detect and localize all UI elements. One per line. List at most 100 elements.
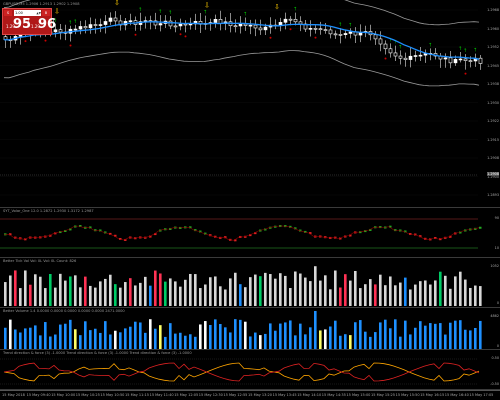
better-volume-bar — [289, 320, 292, 349]
bull-candle — [283, 18, 288, 23]
oscillator-panel[interactable]: SYT_Volar_One 12.0 1.2872 1.2930 1.3172 … — [0, 208, 500, 258]
up-arrow-icon: ↑ — [348, 22, 352, 28]
chart-title: GBPUSD,M5 1.2906 1.2913 1.2902 1.2908 — [3, 2, 80, 6]
one-click-trading-panel: S 1.00 ▲▼ B 1.29 95 1 1.29 96 1 — [2, 8, 56, 35]
price-chart-panel[interactable]: GBPUSD,M5 1.2906 1.2913 1.2902 1.2908 S … — [0, 0, 500, 208]
tick-volume-bar — [284, 275, 287, 306]
sell-button[interactable]: S — [4, 10, 12, 16]
tick-volume-bar — [469, 287, 472, 306]
tick-volume-bar — [324, 275, 327, 306]
bear-candle — [328, 29, 333, 35]
better-volume-panel[interactable]: Better Volume 1.4 0.0000 0.0000 0.0000 0… — [0, 308, 500, 350]
trend-force-canvas[interactable] — [0, 350, 500, 390]
better-volume-bar — [429, 323, 432, 349]
up-arrow-icon: ↑ — [138, 7, 142, 13]
time-axis-label: 15 May 13:45 — [272, 393, 297, 397]
better-volume-bar — [234, 319, 237, 349]
better-volume-bar — [324, 329, 327, 349]
oscillator-canvas[interactable] — [0, 208, 500, 258]
better-volume-min: 0 — [496, 344, 499, 348]
better-volume-bar — [144, 332, 147, 349]
bull-candle — [413, 55, 418, 57]
tick-volume-bar — [79, 287, 82, 306]
tick-volume-bar — [424, 280, 427, 306]
buy-button[interactable]: B — [42, 10, 50, 16]
bear-candle — [448, 57, 453, 64]
better-volume-bar — [404, 320, 407, 349]
better-volume-bar — [179, 332, 182, 349]
bear-candle — [463, 58, 468, 61]
bull-candle — [108, 17, 113, 22]
tick-volume-bar — [144, 276, 147, 306]
time-axis-label: 15 May 11:15 — [125, 393, 150, 397]
tick-volume-bar — [289, 288, 292, 306]
better-volume-bar — [104, 321, 107, 349]
bear-candle — [93, 24, 98, 26]
sell-signal-dot — [69, 44, 72, 47]
lot-size-input[interactable]: 1.00 ▲▼ — [14, 10, 41, 16]
better-volume-bar — [279, 323, 282, 349]
better-volume-bar — [464, 329, 467, 349]
tick-volume-bar — [359, 288, 362, 306]
price-chart-canvas[interactable]: ↑↑↑↑↑↑↑↑↑↑↑↑↑↑↑↑↑↑↑⇩⇩⇩⇩ — [0, 0, 500, 208]
bull-candle — [178, 23, 183, 27]
time-axis-label: 15 May 16:40 — [444, 393, 469, 397]
better-volume-bar — [414, 327, 417, 349]
better-volume-bar — [284, 322, 287, 349]
bear-candle — [388, 48, 393, 54]
tick-volume-bar — [344, 274, 347, 306]
tick-volume-panel[interactable]: Better Tick Vol Vol: 0L Vol: 0L Count: 8… — [0, 258, 500, 308]
tick-volume-bar — [54, 287, 57, 306]
bear-candle — [168, 20, 173, 27]
better-volume-bar — [54, 334, 57, 349]
better-volume-bar — [74, 329, 77, 349]
tick-volume-bar — [114, 284, 117, 306]
lot-stepper-icon[interactable]: ▲▼ — [36, 10, 41, 16]
better-volume-bar — [24, 328, 27, 349]
better-volume-bar — [79, 335, 82, 349]
tick-volume-bar — [394, 285, 397, 306]
tick-volume-canvas[interactable] — [0, 258, 500, 308]
better-volume-bar — [369, 336, 372, 349]
tick-volume-bar — [369, 279, 372, 306]
trend-force-title: Trend direction & force (3) -1.0000 Tren… — [3, 351, 192, 355]
better-volume-canvas[interactable] — [0, 308, 500, 350]
better-volume-bar — [229, 332, 232, 349]
tick-volume-bar — [474, 285, 477, 306]
time-axis-label: 15 May 10:25 — [75, 393, 100, 397]
time-axis-label: 15 May 12:05 — [174, 393, 199, 397]
signal-marker-icon: ⇩ — [54, 8, 60, 16]
tick-volume-bar — [159, 273, 162, 306]
tick-volume-bar — [339, 287, 342, 306]
better-volume-bar — [209, 324, 212, 349]
better-volume-bar — [384, 319, 387, 349]
tick-volume-bar — [399, 282, 402, 306]
better-volume-bar — [269, 323, 272, 349]
tick-volume-bar — [279, 273, 282, 306]
better-volume-bar — [89, 330, 92, 349]
tick-volume-bar — [59, 273, 62, 306]
better-volume-bar — [399, 336, 402, 349]
bull-candle — [443, 57, 448, 60]
tick-volume-bar — [454, 276, 457, 306]
up-arrow-icon: ↑ — [293, 7, 297, 13]
bull-candle — [188, 23, 193, 26]
tick-volume-bar — [174, 281, 177, 306]
tick-volume-bar — [419, 281, 422, 306]
bull-candle — [408, 55, 413, 60]
price-axis-label: 1.2908 — [487, 156, 499, 160]
tick-volume-bar — [329, 289, 332, 306]
bear-candle — [468, 60, 473, 62]
better-volume-bar — [114, 330, 117, 349]
trend-force-panel[interactable]: Trend direction & force (3) -1.0000 Tren… — [0, 350, 500, 390]
better-volume-bar — [239, 319, 242, 349]
time-axis-label: 15 May 14:35 — [321, 393, 346, 397]
up-arrow-icon: ↑ — [428, 42, 432, 48]
sell-signal-dot — [24, 40, 27, 43]
time-axis-label: 15 May 11:40 — [149, 393, 174, 397]
bull-candle — [73, 28, 78, 31]
tick-volume-bar — [379, 274, 382, 306]
better-volume-bar — [434, 323, 437, 349]
time-axis-label: 15 May 15:00 — [346, 393, 371, 397]
lower-bollinger-band — [3, 50, 480, 87]
